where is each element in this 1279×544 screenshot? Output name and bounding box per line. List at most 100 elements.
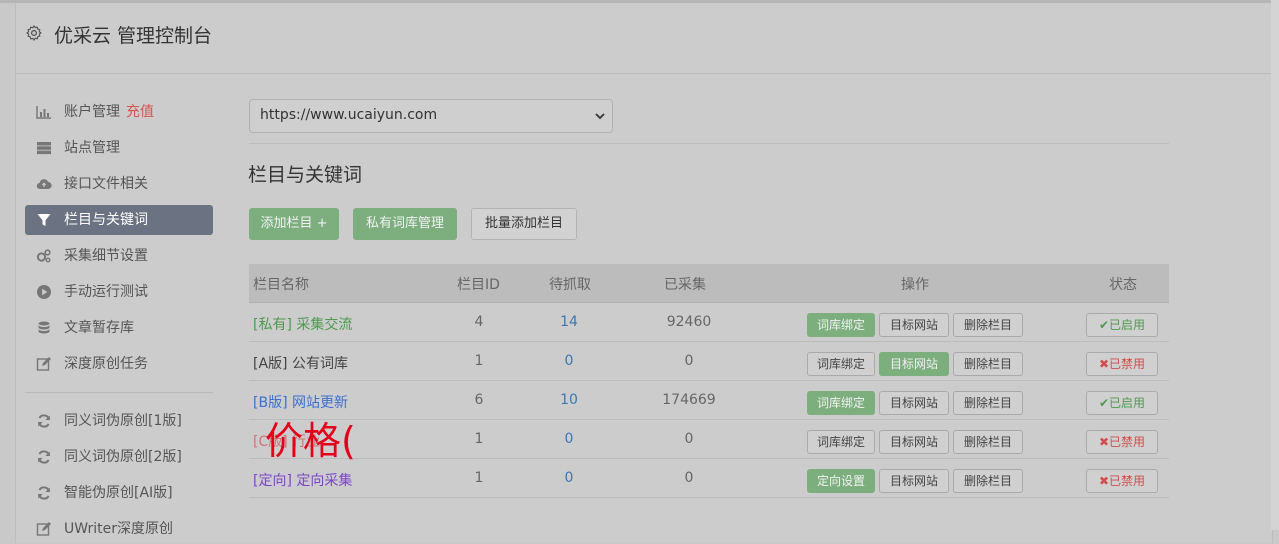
collected-count: 174669 — [662, 392, 716, 408]
table-row: [C版] 行业 1 0 0 词库绑定 目标网站 删除栏目 ✖已禁用 — [249, 420, 1169, 459]
delete-column-button[interactable]: 删除栏目 — [953, 313, 1023, 337]
directed-settings-button[interactable]: 定向设置 — [807, 469, 875, 493]
sidebar-item-article-store[interactable]: 文章暂存库 — [25, 313, 213, 343]
price-overlay-text: 价格( — [265, 419, 356, 463]
pending-count[interactable]: 0 — [549, 353, 589, 369]
page-title: 优采云 管理控制台 — [54, 25, 213, 47]
sidebar-item-manual-run[interactable]: 手动运行测试 — [25, 277, 213, 307]
status-label: 已禁用 — [1109, 357, 1146, 371]
delete-column-button[interactable]: 删除栏目 — [953, 391, 1023, 415]
sidebar-item-label: 账户管理 — [64, 104, 120, 120]
batch-add-button[interactable]: 批量添加栏目 — [471, 208, 577, 240]
status-label: 已启用 — [1109, 396, 1146, 410]
status-badge[interactable]: ✔已启用 — [1086, 313, 1158, 337]
sidebar-item-label: 同义词伪原创[1版] — [64, 413, 182, 429]
column-id: 1 — [474, 431, 484, 447]
target-site-button[interactable]: 目标网站 — [879, 469, 949, 493]
th-name: 栏目名称 — [253, 277, 309, 293]
target-site-button[interactable]: 目标网站 — [879, 313, 949, 337]
collected-count: 0 — [684, 470, 694, 486]
sidebar-divider — [25, 392, 213, 393]
column-id: 6 — [474, 392, 484, 408]
sidebar-item-collect-settings[interactable]: 采集细节设置 — [25, 241, 213, 271]
sidebar-item-interface[interactable]: 接口文件相关 — [25, 169, 213, 199]
sidebar-item-label: 栏目与关键词 — [64, 212, 148, 228]
sidebar-item-label: 智能伪原创[AI版] — [64, 485, 173, 501]
column-name[interactable]: [私有] 采集交流 — [253, 314, 352, 334]
status-badge[interactable]: ✖已禁用 — [1086, 352, 1158, 376]
chevron-down-icon — [595, 113, 605, 120]
recharge-link[interactable]: 充值 — [126, 104, 154, 120]
database-icon — [38, 321, 50, 334]
th-collected: 已采集 — [664, 277, 706, 293]
sidebar-item-columns[interactable]: 栏目与关键词 — [25, 205, 213, 235]
pending-count[interactable]: 0 — [549, 431, 589, 447]
sidebar-item-synonym-v2[interactable]: 同义词伪原创[2版] — [25, 442, 213, 472]
sidebar-item-label: 站点管理 — [64, 140, 120, 156]
cogs-icon — [36, 249, 51, 263]
check-icon: ✔ — [1098, 318, 1110, 332]
delete-column-button[interactable]: 删除栏目 — [953, 352, 1023, 376]
status-label: 已启用 — [1109, 318, 1146, 332]
table-row: [B版] 网站更新 6 10 174669 词库绑定 目标网站 删除栏目 ✔已启… — [249, 381, 1169, 420]
pending-count[interactable]: 0 — [549, 470, 589, 486]
pending-count[interactable]: 14 — [549, 314, 589, 330]
page-scrollbar[interactable] — [1271, 0, 1279, 530]
close-icon: ✖ — [1098, 474, 1110, 488]
delete-column-button[interactable]: 删除栏目 — [953, 430, 1023, 454]
table-row: [定向] 定向采集 1 0 0 定向设置 目标网站 删除栏目 ✖已禁用 — [249, 459, 1169, 498]
sidebar-item-label: UWriter深度原创 — [64, 521, 173, 537]
private-lib-button[interactable]: 私有词库管理 — [353, 208, 457, 240]
collected-count: 0 — [684, 431, 694, 447]
sidebar-item-deep-original[interactable]: 深度原创任务 — [25, 349, 213, 379]
pending-count[interactable]: 10 — [549, 392, 589, 408]
target-site-button[interactable]: 目标网站 — [879, 430, 949, 454]
cloud-upload-icon — [36, 179, 52, 190]
table-row: [A版] 公有词库 1 0 0 词库绑定 目标网站 删除栏目 ✖已禁用 — [249, 342, 1169, 381]
delete-column-button[interactable]: 删除栏目 — [953, 469, 1023, 493]
check-icon: ✔ — [1098, 396, 1110, 410]
close-icon: ✖ — [1098, 435, 1110, 449]
table-row: [私有] 采集交流 4 14 92460 词库绑定 目标网站 删除栏目 ✔已启用 — [249, 303, 1169, 342]
th-pending: 待抓取 — [549, 277, 591, 293]
bind-lib-button[interactable]: 词库绑定 — [807, 391, 875, 415]
refresh-icon — [38, 450, 50, 464]
divider — [249, 143, 1169, 144]
status-label: 已禁用 — [1109, 435, 1146, 449]
status-badge[interactable]: ✖已禁用 — [1086, 430, 1158, 454]
bind-lib-button[interactable]: 词库绑定 — [807, 313, 875, 337]
th-ops: 操作 — [901, 277, 929, 293]
sidebar-item-account[interactable]: 账户管理 充值 — [25, 97, 213, 127]
column-id: 4 — [474, 314, 484, 330]
bind-lib-button[interactable]: 词库绑定 — [807, 430, 875, 454]
target-site-button[interactable]: 目标网站 — [879, 391, 949, 415]
column-name[interactable]: [定向] 定向采集 — [253, 470, 352, 490]
collected-count: 0 — [684, 353, 694, 369]
column-id: 1 — [474, 470, 484, 486]
target-site-button[interactable]: 目标网站 — [879, 352, 949, 376]
th-status: 状态 — [1109, 277, 1137, 293]
site-select-value: https://www.ucaiyun.com — [260, 107, 438, 123]
sidebar-item-synonym-v1[interactable]: 同义词伪原创[1版] — [25, 406, 213, 436]
sidebar-item-sites[interactable]: 站点管理 — [25, 133, 213, 163]
add-column-button[interactable]: 添加栏目 + — [249, 208, 339, 240]
section-title: 栏目与关键词 — [248, 164, 363, 186]
sidebar-item-ai-original[interactable]: 智能伪原创[AI版] — [25, 478, 213, 508]
column-name[interactable]: [B版] 网站更新 — [253, 392, 348, 412]
column-name[interactable]: [A版] 公有词库 — [253, 353, 348, 373]
refresh-icon — [38, 414, 50, 428]
status-badge[interactable]: ✖已禁用 — [1086, 469, 1158, 493]
page-header: 优采云 管理控制台 — [16, 3, 1272, 74]
sidebar-item-uwriter[interactable]: UWriter深度原创 — [25, 514, 213, 544]
bind-lib-button[interactable]: 词库绑定 — [807, 352, 875, 376]
table-header: 栏目名称 栏目ID 待抓取 已采集 操作 状态 — [249, 264, 1169, 303]
play-circle-icon — [37, 285, 51, 299]
site-select[interactable]: https://www.ucaiyun.com — [249, 99, 613, 133]
bar-chart-icon — [36, 106, 51, 119]
sidebar-item-label: 采集细节设置 — [64, 248, 148, 264]
main-panel: 优采云 管理控制台 账户管理 充值 站点管理 接口文件相关 栏目与关键词 采集细节… — [15, 3, 1273, 543]
status-badge[interactable]: ✔已启用 — [1086, 391, 1158, 415]
refresh-icon — [38, 486, 50, 500]
edit-icon — [36, 357, 51, 371]
th-id: 栏目ID — [457, 277, 500, 293]
